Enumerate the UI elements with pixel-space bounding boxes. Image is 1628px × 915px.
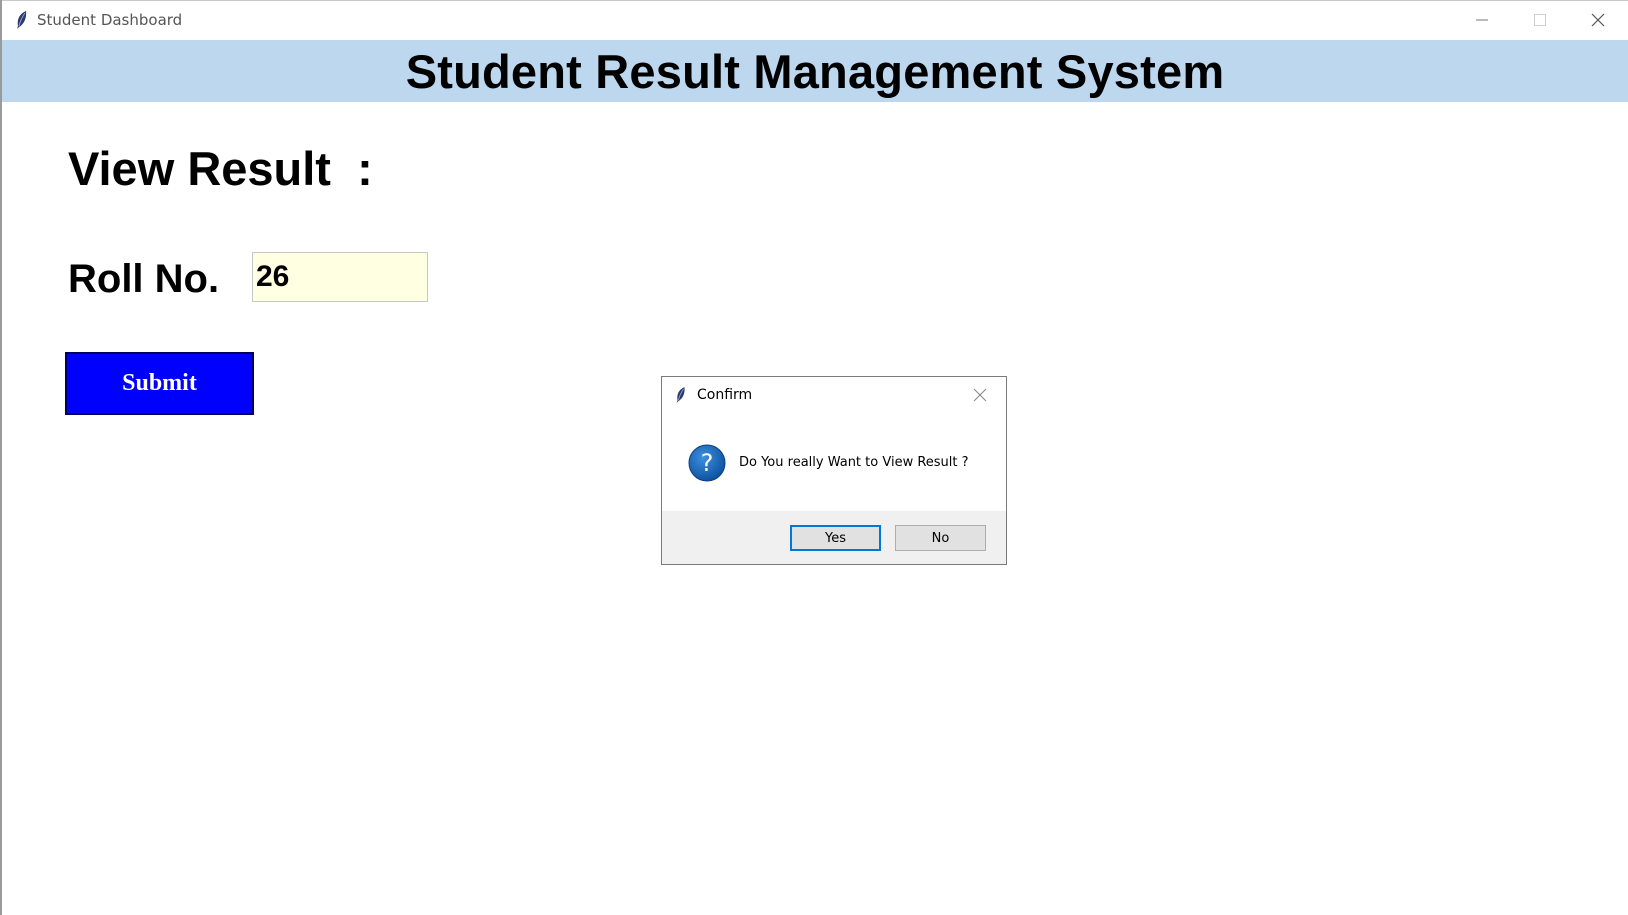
window-title: Student Dashboard [37,11,183,29]
minimize-icon [1476,19,1488,21]
roll-number-label: Roll No. [68,257,220,301]
dialog-message: Do You really Want to View Result ? [739,455,969,470]
window-titlebar[interactable]: Student Dashboard [2,1,1628,39]
close-icon [1591,13,1605,27]
submit-button[interactable]: Submit [65,352,254,415]
maximize-icon [1534,14,1546,26]
confirm-dialog: Confirm ? Do You really Want to View Res… [661,376,1007,565]
header-banner: Student Result Management System [2,40,1628,102]
no-button[interactable]: No [895,525,986,551]
minimize-button[interactable] [1453,1,1511,39]
app-title: Student Result Management System [405,44,1225,98]
dialog-title: Confirm [697,387,753,403]
question-icon: ? [688,444,726,482]
section-title: View Result : [68,142,373,195]
close-window-button[interactable] [1569,1,1627,39]
maximize-button[interactable] [1511,1,1569,39]
close-icon[interactable] [972,387,988,403]
yes-button[interactable]: Yes [790,525,881,551]
roll-number-input[interactable] [252,252,428,302]
svg-text:?: ? [701,449,714,477]
dialog-titlebar[interactable]: Confirm [662,377,1006,413]
tk-feather-icon [676,387,685,403]
dialog-button-area: Yes No [662,511,1006,564]
tk-feather-icon [17,11,27,29]
